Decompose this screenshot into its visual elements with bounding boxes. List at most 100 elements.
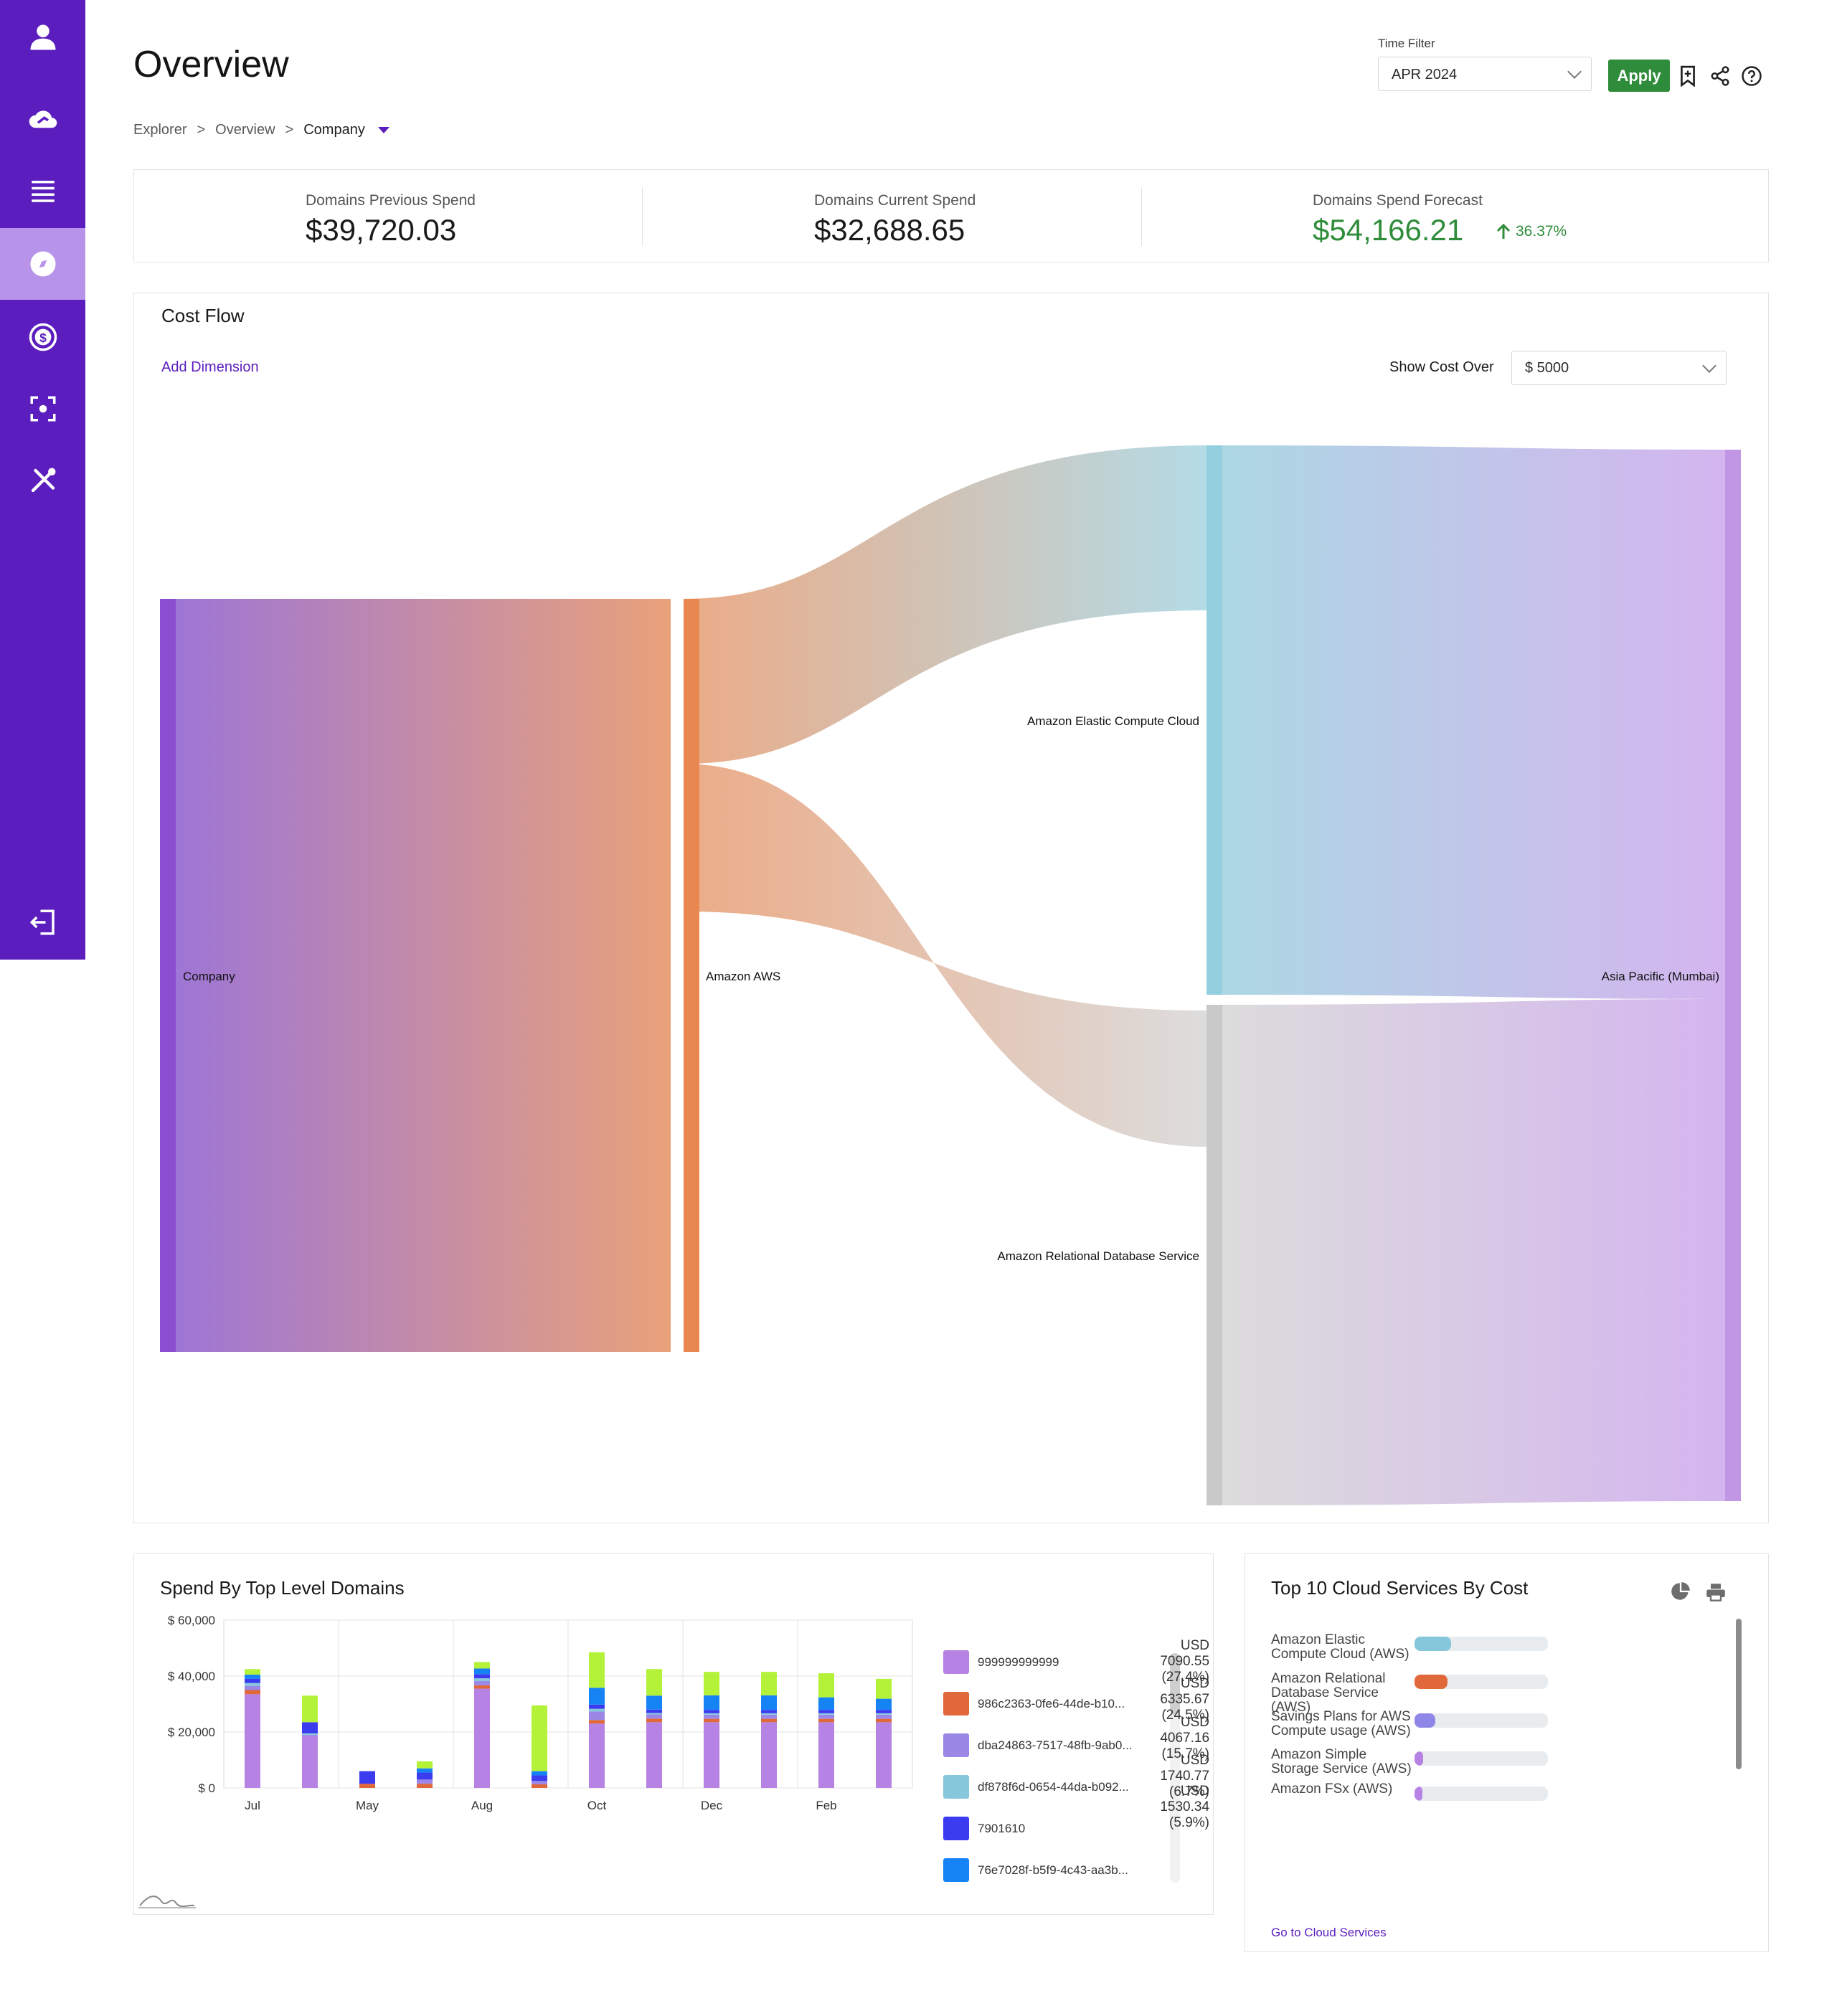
breadcrumb: Explorer > Overview > Company [133, 122, 389, 138]
sidebar-item-cloud[interactable] [0, 83, 85, 155]
legend-item[interactable]: 999999999999 [943, 1650, 1059, 1674]
legend-label: 7901610 [978, 1821, 1026, 1835]
cost-flow-card: Cost Flow Add Dimension Show Cost Over $… [133, 293, 1769, 1523]
node-mumbai[interactable] [1725, 450, 1741, 1501]
service-share-fill [1415, 1675, 1448, 1689]
kpi-divider [1141, 187, 1142, 246]
user-icon [30, 24, 55, 50]
legend-item[interactable]: 76e7028f-b5f9-4c43-aa3b... [943, 1858, 1128, 1882]
legend-label: df878f6d-0654-44da-b092... [978, 1779, 1129, 1794]
service-share-bar [1415, 1787, 1548, 1801]
pie-chart-icon[interactable] [1671, 1581, 1691, 1601]
time-filter-label: Time Filter [1378, 37, 1435, 50]
bookmark-button[interactable] [1675, 63, 1701, 89]
caret-down-icon[interactable] [377, 127, 389, 133]
service-share-fill [1415, 1637, 1451, 1651]
legend-item[interactable]: dba24863-7517-48fb-9ab0... [943, 1733, 1133, 1757]
legend-swatch [943, 1775, 969, 1799]
legend-swatch [943, 1858, 969, 1882]
link-company-aws[interactable] [160, 599, 671, 1352]
share-button[interactable] [1707, 63, 1733, 89]
service-cost-value: USD 1530.34 (5.9%) [1160, 1784, 1210, 1830]
print-icon[interactable] [1706, 1583, 1726, 1601]
service-share-bar [1415, 1751, 1548, 1766]
node-label-company: Company [183, 970, 235, 983]
service-name: Savings Plans for AWS Compute usage (AWS… [1271, 1709, 1411, 1738]
help-icon [1742, 66, 1762, 86]
services-scrollbar[interactable] [1736, 1619, 1742, 1769]
kpi-previous-label: Domains Previous Spend [306, 192, 476, 209]
sidebar-item-tools[interactable] [0, 445, 85, 516]
node-rds[interactable] [1206, 1005, 1222, 1505]
top-services-card: Top 10 Cloud Services By Cost Amazon Ela… [1160, 1553, 1769, 1952]
breadcrumb-overview[interactable]: Overview [215, 122, 275, 138]
legend-swatch [943, 1650, 969, 1674]
dollar-cycle-icon: $ [29, 323, 57, 351]
service-share-fill [1415, 1787, 1422, 1801]
go-to-cloud-services-link[interactable]: Go to Cloud Services [1271, 1926, 1387, 1940]
scan-icon [30, 396, 55, 422]
top-services-title: Top 10 Cloud Services By Cost [1271, 1577, 1529, 1599]
list-icon [31, 181, 55, 202]
legend-label: dba24863-7517-48fb-9ab0... [978, 1738, 1133, 1752]
share-icon [1711, 66, 1729, 86]
cloud-icon [29, 110, 57, 128]
tools-icon [31, 468, 55, 493]
legend-label: 999999999999 [978, 1655, 1059, 1669]
service-name: Amazon Elastic Compute Cloud (AWS) [1271, 1632, 1409, 1662]
chart-legend: 999999999999 986c2363-0fe6-44de-b10... dba… [134, 1554, 1167, 1884]
time-filter-select[interactable]: APR 2024 [1378, 57, 1592, 91]
kpi-forecast-value: $54,166.21 [1313, 213, 1464, 247]
logout-button[interactable] [0, 886, 85, 958]
kpi-forecast-change: 36.37% [1496, 223, 1567, 240]
page-title: Overview [133, 44, 289, 85]
kpi-previous-value: $39,720.03 [306, 213, 457, 247]
apply-button[interactable]: Apply [1608, 60, 1670, 92]
service-name: Amazon Relational Database Service (AWS) [1271, 1671, 1386, 1715]
kpi-current-label: Domains Current Spend [814, 192, 976, 209]
link-rds-mumbai[interactable] [1221, 999, 1725, 1505]
legend-label: 76e7028f-b5f9-4c43-aa3b... [978, 1863, 1128, 1877]
link-aws-rds[interactable] [684, 764, 1206, 1147]
sidebar-item-cost[interactable]: $ [0, 301, 85, 373]
sidebar-item-list[interactable] [0, 155, 85, 227]
breadcrumb-company[interactable]: Company [303, 122, 365, 138]
kpi-current-value: $32,688.65 [814, 213, 965, 247]
chevron-down-icon [1567, 65, 1582, 79]
node-label-rds: Amazon Relational Database Service [997, 1249, 1199, 1263]
node-label-amazon-aws: Amazon AWS [706, 970, 780, 983]
chart-zoom-handle[interactable] [138, 1888, 196, 1910]
legend-swatch [943, 1733, 969, 1757]
sidebar-item-scan[interactable] [0, 373, 85, 445]
node-amazon-aws[interactable] [684, 599, 699, 1352]
sankey-diagram: Company Amazon AWS Amazon Elastic Comput… [160, 445, 1741, 1505]
breadcrumb-explorer[interactable]: Explorer [133, 122, 186, 138]
sidebar: $ [0, 0, 85, 960]
sidebar-item-explorer[interactable] [0, 228, 85, 300]
legend-swatch [943, 1817, 969, 1840]
svg-text:$: $ [39, 331, 47, 345]
node-label-ec2: Amazon Elastic Compute Cloud [1027, 714, 1199, 728]
node-ec2[interactable] [1206, 445, 1222, 995]
node-company[interactable] [160, 599, 176, 1352]
legend-item[interactable]: 7901610 [943, 1817, 1025, 1840]
legend-label: 986c2363-0fe6-44de-b10... [978, 1696, 1125, 1710]
arrow-up-icon [1496, 223, 1511, 239]
time-filter-value: APR 2024 [1392, 67, 1458, 82]
service-share-bar [1415, 1637, 1548, 1651]
breadcrumb-separator: > [197, 122, 206, 138]
compass-icon [30, 251, 55, 277]
help-button[interactable] [1739, 63, 1765, 89]
kpi-panel: Domains Previous Spend $39,720.03 Domain… [133, 169, 1769, 262]
service-name: Amazon FSx (AWS) [1271, 1781, 1393, 1797]
kpi-divider [642, 187, 643, 246]
spend-by-domains-card: Spend By Top Level Domains $ 60,000 $ 40,… [133, 1553, 1214, 1915]
service-name: Amazon Simple Storage Service (AWS) [1271, 1747, 1412, 1776]
legend-item[interactable]: 986c2363-0fe6-44de-b10... [943, 1692, 1125, 1716]
service-share-fill [1415, 1713, 1436, 1728]
legend-item[interactable]: df878f6d-0654-44da-b092... [943, 1775, 1129, 1799]
service-share-bar [1415, 1675, 1548, 1689]
link-ec2-mumbai[interactable] [1221, 445, 1725, 999]
node-label-mumbai: Asia Pacific (Mumbai) [1602, 970, 1719, 983]
sidebar-item-profile[interactable] [0, 1, 85, 73]
